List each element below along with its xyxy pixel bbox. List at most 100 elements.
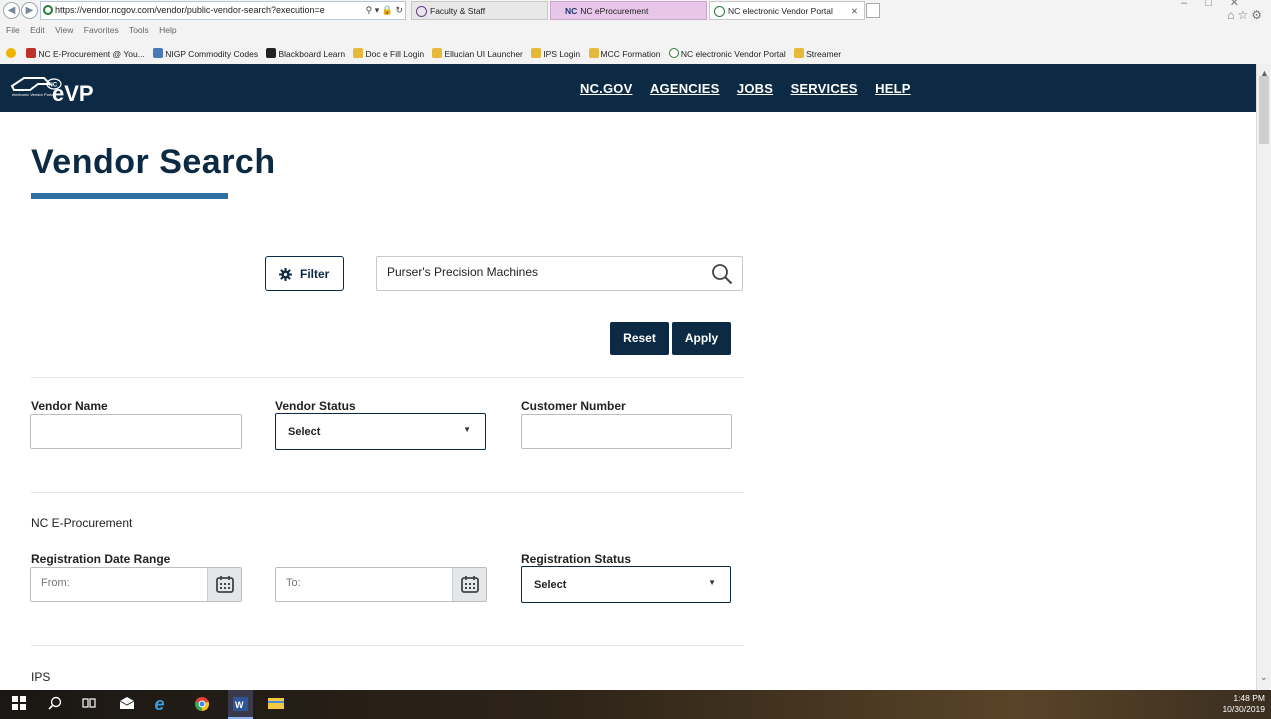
registration-status-select[interactable]: Select ▼ xyxy=(521,566,731,603)
back-button[interactable]: ◀ xyxy=(3,2,20,19)
nav-jobs[interactable]: JOBS xyxy=(737,81,773,96)
search-icon[interactable] xyxy=(46,696,63,713)
to-calendar-button[interactable] xyxy=(452,568,486,601)
tab-site-icon xyxy=(714,6,725,17)
favorite-label: MCC Formation xyxy=(600,49,661,59)
section-ips: IPS xyxy=(31,670,51,684)
filter-button[interactable]: Filter xyxy=(265,256,344,291)
menu-file[interactable]: File xyxy=(6,25,20,35)
favorite-ips-login[interactable]: IPS Login xyxy=(531,45,580,63)
favorite-icon xyxy=(266,48,277,58)
to-date-field[interactable] xyxy=(275,567,487,602)
favorite-blackboard[interactable]: Blackboard Learn xyxy=(266,45,345,63)
tab-nc-eprocurement[interactable]: NC NC eProcurement xyxy=(550,1,707,20)
menu-edit[interactable]: Edit xyxy=(30,25,45,35)
search-icon[interactable] xyxy=(711,263,733,285)
favorite-nc-eprocurement[interactable]: NC E-Procurement @ You... xyxy=(26,45,145,63)
menu-favorites[interactable]: Favorites xyxy=(84,25,119,35)
registration-date-label: Registration Date Range xyxy=(31,552,171,566)
favorites-star-icon[interactable] xyxy=(6,45,18,63)
word-icon[interactable]: W xyxy=(228,690,253,719)
address-url: https://vendor.ncgov.com/vendor/public-v… xyxy=(55,5,325,15)
favorite-label: Ellucian UI Launcher xyxy=(444,49,523,59)
registration-status-label: Registration Status xyxy=(521,552,632,566)
registration-status-value: Select xyxy=(534,579,567,591)
nav-services[interactable]: SERVICES xyxy=(791,81,858,96)
from-date-input[interactable] xyxy=(41,577,211,589)
favorite-streamer[interactable]: Streamer xyxy=(794,45,841,63)
logo-small-text: electronic Vendor Portal xyxy=(12,92,55,97)
tab-nc-vendor-portal[interactable]: NC electronic Vendor Portal ✕ xyxy=(709,1,865,20)
tab-label: NC eProcurement xyxy=(580,6,649,16)
apply-button[interactable]: Apply xyxy=(672,322,731,355)
close-tab-icon[interactable]: ✕ xyxy=(851,2,858,19)
system-clock[interactable]: 1:48 PM 10/30/2019 xyxy=(1222,693,1265,715)
divider xyxy=(31,645,744,646)
mail-icon[interactable] xyxy=(118,696,135,713)
favorite-nigp[interactable]: NIGP Commodity Codes xyxy=(153,45,258,63)
file-explorer-icon[interactable] xyxy=(267,696,284,713)
calendar-icon xyxy=(216,576,234,593)
clock-time: 1:48 PM xyxy=(1233,693,1265,703)
search-box[interactable] xyxy=(376,256,743,291)
evp-logo[interactable]: NC eVP electronic Vendor Portal xyxy=(10,74,96,106)
favorite-nc-vendor-portal[interactable]: NC electronic Vendor Portal xyxy=(668,45,786,63)
vendor-name-input[interactable] xyxy=(41,424,211,436)
menu-view[interactable]: View xyxy=(55,25,73,35)
page-scrollbar[interactable]: ▲ ⌄ xyxy=(1256,64,1271,690)
scroll-down-icon[interactable]: ⌄ xyxy=(1260,672,1268,683)
to-date-input[interactable] xyxy=(286,577,456,589)
filter-button-label: Filter xyxy=(300,267,330,281)
favorite-mcc-formation[interactable]: MCC Formation xyxy=(588,45,661,63)
vendor-status-label: Vendor Status xyxy=(275,399,356,413)
nav-agencies[interactable]: AGENCIES xyxy=(650,81,720,96)
vendor-name-field[interactable] xyxy=(30,414,242,449)
page-title: Vendor Search xyxy=(31,143,276,181)
new-tab-button[interactable] xyxy=(866,3,880,18)
from-date-field[interactable] xyxy=(30,567,242,602)
chevron-down-icon: ▼ xyxy=(463,425,471,434)
forward-button[interactable]: ▶ xyxy=(21,2,38,19)
favorite-label: Doc e Fill Login xyxy=(365,49,425,59)
menu-help[interactable]: Help xyxy=(159,25,176,35)
menu-tools[interactable]: Tools xyxy=(129,25,149,35)
ie-page-icon xyxy=(794,48,805,58)
tab-badge: NC xyxy=(565,6,578,16)
windows-start-icon[interactable] xyxy=(10,696,27,713)
menu-bar: File Edit View Favorites Tools Help xyxy=(6,25,185,35)
tab-label: Faculty & Staff xyxy=(430,6,486,16)
site-secure-icon xyxy=(43,5,53,15)
favorite-label: IPS Login xyxy=(543,49,581,59)
internet-explorer-icon[interactable]: e xyxy=(151,695,168,713)
chrome-icon[interactable] xyxy=(193,696,210,713)
customer-number-input[interactable] xyxy=(532,424,702,436)
customer-number-label: Customer Number xyxy=(521,399,626,413)
vendor-status-select[interactable]: Select ▼ xyxy=(275,413,486,450)
nav-nc-gov[interactable]: NC.GOV xyxy=(580,81,632,96)
tab-faculty-staff[interactable]: Faculty & Staff xyxy=(411,1,548,20)
from-calendar-button[interactable] xyxy=(207,568,241,601)
nav-help[interactable]: HELP xyxy=(875,81,910,96)
address-tools-icon[interactable]: ⚲ ▾ 🔒 ↻ xyxy=(362,2,403,19)
scroll-thumb[interactable] xyxy=(1259,76,1269,144)
search-input[interactable] xyxy=(387,265,697,279)
favorite-label: NC electronic Vendor Portal xyxy=(680,49,786,59)
ie-page-icon xyxy=(531,48,542,58)
toolbar-icons[interactable]: ⌂☆⚙ xyxy=(1227,8,1265,22)
customer-number-field[interactable] xyxy=(521,414,732,449)
ie-page-icon xyxy=(432,48,443,58)
reset-button[interactable]: Reset xyxy=(610,322,669,355)
ie-page-icon xyxy=(353,48,364,58)
address-bar[interactable]: https://vendor.ncgov.com/vendor/public-v… xyxy=(40,1,406,20)
title-underline xyxy=(31,193,228,199)
gear-icon xyxy=(279,268,292,281)
favorite-label: NC E-Procurement @ You... xyxy=(38,49,145,59)
ie-page-icon xyxy=(588,48,599,58)
task-view-icon[interactable] xyxy=(80,696,97,713)
favorite-doc-e-fill[interactable]: Doc e Fill Login xyxy=(353,45,424,63)
divider xyxy=(31,377,744,378)
vendor-status-value: Select xyxy=(288,426,321,438)
chevron-down-icon: ▼ xyxy=(708,578,716,587)
svg-text:eVP: eVP xyxy=(52,81,94,104)
favorite-ellucian[interactable]: Ellucian UI Launcher xyxy=(432,45,523,63)
